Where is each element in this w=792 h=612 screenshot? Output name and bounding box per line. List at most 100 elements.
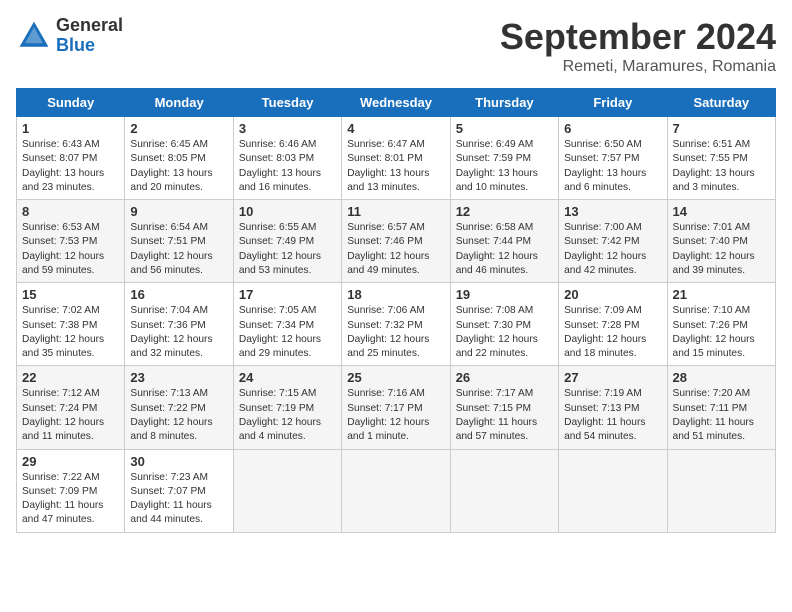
- day-number: 14: [673, 204, 770, 219]
- day-info: Sunrise: 6:54 AM Sunset: 7:51 PM Dayligh…: [130, 221, 227, 278]
- calendar-cell: 7 Sunrise: 6:51 AM Sunset: 7:55 PM Daylig…: [667, 117, 775, 200]
- day-number: 27: [564, 370, 661, 385]
- calendar-cell: 11 Sunrise: 6:57 AM Sunset: 7:46 PM Dayli…: [342, 200, 450, 283]
- calendar-cell: 30 Sunrise: 7:23 AM Sunset: 7:07 PM Dayli…: [125, 449, 233, 532]
- calendar-cell: 8 Sunrise: 6:53 AM Sunset: 7:53 PM Daylig…: [17, 200, 125, 283]
- calendar-table: Sunday Monday Tuesday Wednesday Thursday…: [16, 88, 776, 533]
- calendar-cell: 16 Sunrise: 7:04 AM Sunset: 7:36 PM Dayli…: [125, 283, 233, 366]
- calendar-cell: 3 Sunrise: 6:46 AM Sunset: 8:03 PM Daylig…: [233, 117, 341, 200]
- day-number: 19: [456, 287, 553, 302]
- day-info: Sunrise: 6:45 AM Sunset: 8:05 PM Dayligh…: [130, 138, 227, 195]
- day-info: Sunrise: 7:15 AM Sunset: 7:19 PM Dayligh…: [239, 387, 336, 444]
- header-wednesday: Wednesday: [342, 89, 450, 117]
- day-number: 7: [673, 121, 770, 136]
- calendar-row: 1 Sunrise: 6:43 AM Sunset: 8:07 PM Daylig…: [17, 117, 776, 200]
- calendar-row: 15Sunrise: 7:02 AM Sunset: 7:38 PM Dayli…: [17, 283, 776, 366]
- day-info: Sunrise: 6:57 AM Sunset: 7:46 PM Dayligh…: [347, 221, 444, 278]
- day-info: Sunrise: 7:00 AM Sunset: 7:42 PM Dayligh…: [564, 221, 661, 278]
- calendar-title: September 2024: [500, 16, 776, 58]
- day-number: 1: [22, 121, 119, 136]
- calendar-cell-empty: [667, 449, 775, 532]
- day-info: Sunrise: 7:22 AM Sunset: 7:09 PM Dayligh…: [22, 471, 119, 528]
- calendar-cell: 19Sunrise: 7:08 AM Sunset: 7:30 PM Dayli…: [450, 283, 558, 366]
- day-info: Sunrise: 7:05 AM Sunset: 7:34 PM Dayligh…: [239, 304, 336, 361]
- calendar-cell: 22Sunrise: 7:12 AM Sunset: 7:24 PM Dayli…: [17, 366, 125, 449]
- day-info: Sunrise: 6:50 AM Sunset: 7:57 PM Dayligh…: [564, 138, 661, 195]
- calendar-cell-empty: [233, 449, 341, 532]
- calendar-cell: 4Sunrise: 6:47 AM Sunset: 8:01 PM Daylig…: [342, 117, 450, 200]
- day-number: 22: [22, 370, 119, 385]
- calendar-cell: 23Sunrise: 7:13 AM Sunset: 7:22 PM Dayli…: [125, 366, 233, 449]
- calendar-row: 8 Sunrise: 6:53 AM Sunset: 7:53 PM Daylig…: [17, 200, 776, 283]
- day-number: 11: [347, 204, 444, 219]
- day-number: 6: [564, 121, 661, 136]
- day-info: Sunrise: 7:17 AM Sunset: 7:15 PM Dayligh…: [456, 387, 553, 444]
- day-info: Sunrise: 6:58 AM Sunset: 7:44 PM Dayligh…: [456, 221, 553, 278]
- calendar-cell: 28Sunrise: 7:20 AM Sunset: 7:11 PM Dayli…: [667, 366, 775, 449]
- calendar-cell: 13 Sunrise: 7:00 AM Sunset: 7:42 PM Dayli…: [559, 200, 667, 283]
- page-header: General Blue September 2024 Remeti, Mara…: [16, 16, 776, 76]
- calendar-cell: 10Sunrise: 6:55 AM Sunset: 7:49 PM Dayli…: [233, 200, 341, 283]
- day-number: 25: [347, 370, 444, 385]
- header-saturday: Saturday: [667, 89, 775, 117]
- calendar-cell: 17 Sunrise: 7:05 AM Sunset: 7:34 PM Dayli…: [233, 283, 341, 366]
- day-info: Sunrise: 6:43 AM Sunset: 8:07 PM Dayligh…: [22, 138, 119, 195]
- day-number: 26: [456, 370, 553, 385]
- day-info: Sunrise: 6:49 AM Sunset: 7:59 PM Dayligh…: [456, 138, 553, 195]
- day-info: Sunrise: 7:23 AM Sunset: 7:07 PM Dayligh…: [130, 471, 227, 528]
- header-thursday: Thursday: [450, 89, 558, 117]
- calendar-cell: 21Sunrise: 7:10 AM Sunset: 7:26 PM Dayli…: [667, 283, 775, 366]
- calendar-cell: 27 Sunrise: 7:19 AM Sunset: 7:13 PM Dayli…: [559, 366, 667, 449]
- day-number: 18: [347, 287, 444, 302]
- day-info: Sunrise: 7:09 AM Sunset: 7:28 PM Dayligh…: [564, 304, 661, 361]
- day-number: 28: [673, 370, 770, 385]
- logo-general-label: General: [56, 16, 123, 36]
- day-number: 8: [22, 204, 119, 219]
- day-info: Sunrise: 6:51 AM Sunset: 7:55 PM Dayligh…: [673, 138, 770, 195]
- day-number: 16: [130, 287, 227, 302]
- calendar-cell-empty: [450, 449, 558, 532]
- header-monday: Monday: [125, 89, 233, 117]
- day-info: Sunrise: 7:04 AM Sunset: 7:36 PM Dayligh…: [130, 304, 227, 361]
- day-info: Sunrise: 7:06 AM Sunset: 7:32 PM Dayligh…: [347, 304, 444, 361]
- header-friday: Friday: [559, 89, 667, 117]
- day-number: 3: [239, 121, 336, 136]
- day-info: Sunrise: 7:13 AM Sunset: 7:22 PM Dayligh…: [130, 387, 227, 444]
- title-block: September 2024 Remeti, Maramures, Romani…: [500, 16, 776, 76]
- calendar-cell: 5 Sunrise: 6:49 AM Sunset: 7:59 PM Daylig…: [450, 117, 558, 200]
- calendar-header-row: Sunday Monday Tuesday Wednesday Thursday…: [17, 89, 776, 117]
- day-info: Sunrise: 7:02 AM Sunset: 7:38 PM Dayligh…: [22, 304, 119, 361]
- day-info: Sunrise: 6:53 AM Sunset: 7:53 PM Dayligh…: [22, 221, 119, 278]
- day-number: 30: [130, 454, 227, 469]
- calendar-cell: 14 Sunrise: 7:01 AM Sunset: 7:40 PM Dayli…: [667, 200, 775, 283]
- day-number: 29: [22, 454, 119, 469]
- calendar-cell-empty: [559, 449, 667, 532]
- calendar-cell: 26 Sunrise: 7:17 AM Sunset: 7:15 PM Dayli…: [450, 366, 558, 449]
- calendar-cell: 12Sunrise: 6:58 AM Sunset: 7:44 PM Dayli…: [450, 200, 558, 283]
- day-number: 13: [564, 204, 661, 219]
- calendar-cell: 29 Sunrise: 7:22 AM Sunset: 7:09 PM Dayli…: [17, 449, 125, 532]
- calendar-cell: 24 Sunrise: 7:15 AM Sunset: 7:19 PM Dayli…: [233, 366, 341, 449]
- calendar-cell: 9 Sunrise: 6:54 AM Sunset: 7:51 PM Daylig…: [125, 200, 233, 283]
- logo-blue-label: Blue: [56, 36, 123, 56]
- calendar-cell: 1 Sunrise: 6:43 AM Sunset: 8:07 PM Daylig…: [17, 117, 125, 200]
- calendar-row: 29 Sunrise: 7:22 AM Sunset: 7:09 PM Dayli…: [17, 449, 776, 532]
- calendar-cell: 20Sunrise: 7:09 AM Sunset: 7:28 PM Dayli…: [559, 283, 667, 366]
- day-info: Sunrise: 6:46 AM Sunset: 8:03 PM Dayligh…: [239, 138, 336, 195]
- day-number: 9: [130, 204, 227, 219]
- day-info: Sunrise: 7:01 AM Sunset: 7:40 PM Dayligh…: [673, 221, 770, 278]
- day-number: 17: [239, 287, 336, 302]
- logo-icon: [16, 18, 52, 54]
- header-sunday: Sunday: [17, 89, 125, 117]
- day-info: Sunrise: 7:16 AM Sunset: 7:17 PM Dayligh…: [347, 387, 444, 444]
- calendar-row: 22Sunrise: 7:12 AM Sunset: 7:24 PM Dayli…: [17, 366, 776, 449]
- calendar-cell: 25 Sunrise: 7:16 AM Sunset: 7:17 PM Dayli…: [342, 366, 450, 449]
- day-info: Sunrise: 7:19 AM Sunset: 7:13 PM Dayligh…: [564, 387, 661, 444]
- day-number: 5: [456, 121, 553, 136]
- day-info: Sunrise: 7:10 AM Sunset: 7:26 PM Dayligh…: [673, 304, 770, 361]
- calendar-cell-empty: [342, 449, 450, 532]
- logo-text: General Blue: [56, 16, 123, 56]
- day-number: 24: [239, 370, 336, 385]
- calendar-cell: 15Sunrise: 7:02 AM Sunset: 7:38 PM Dayli…: [17, 283, 125, 366]
- calendar-cell: 18 Sunrise: 7:06 AM Sunset: 7:32 PM Dayli…: [342, 283, 450, 366]
